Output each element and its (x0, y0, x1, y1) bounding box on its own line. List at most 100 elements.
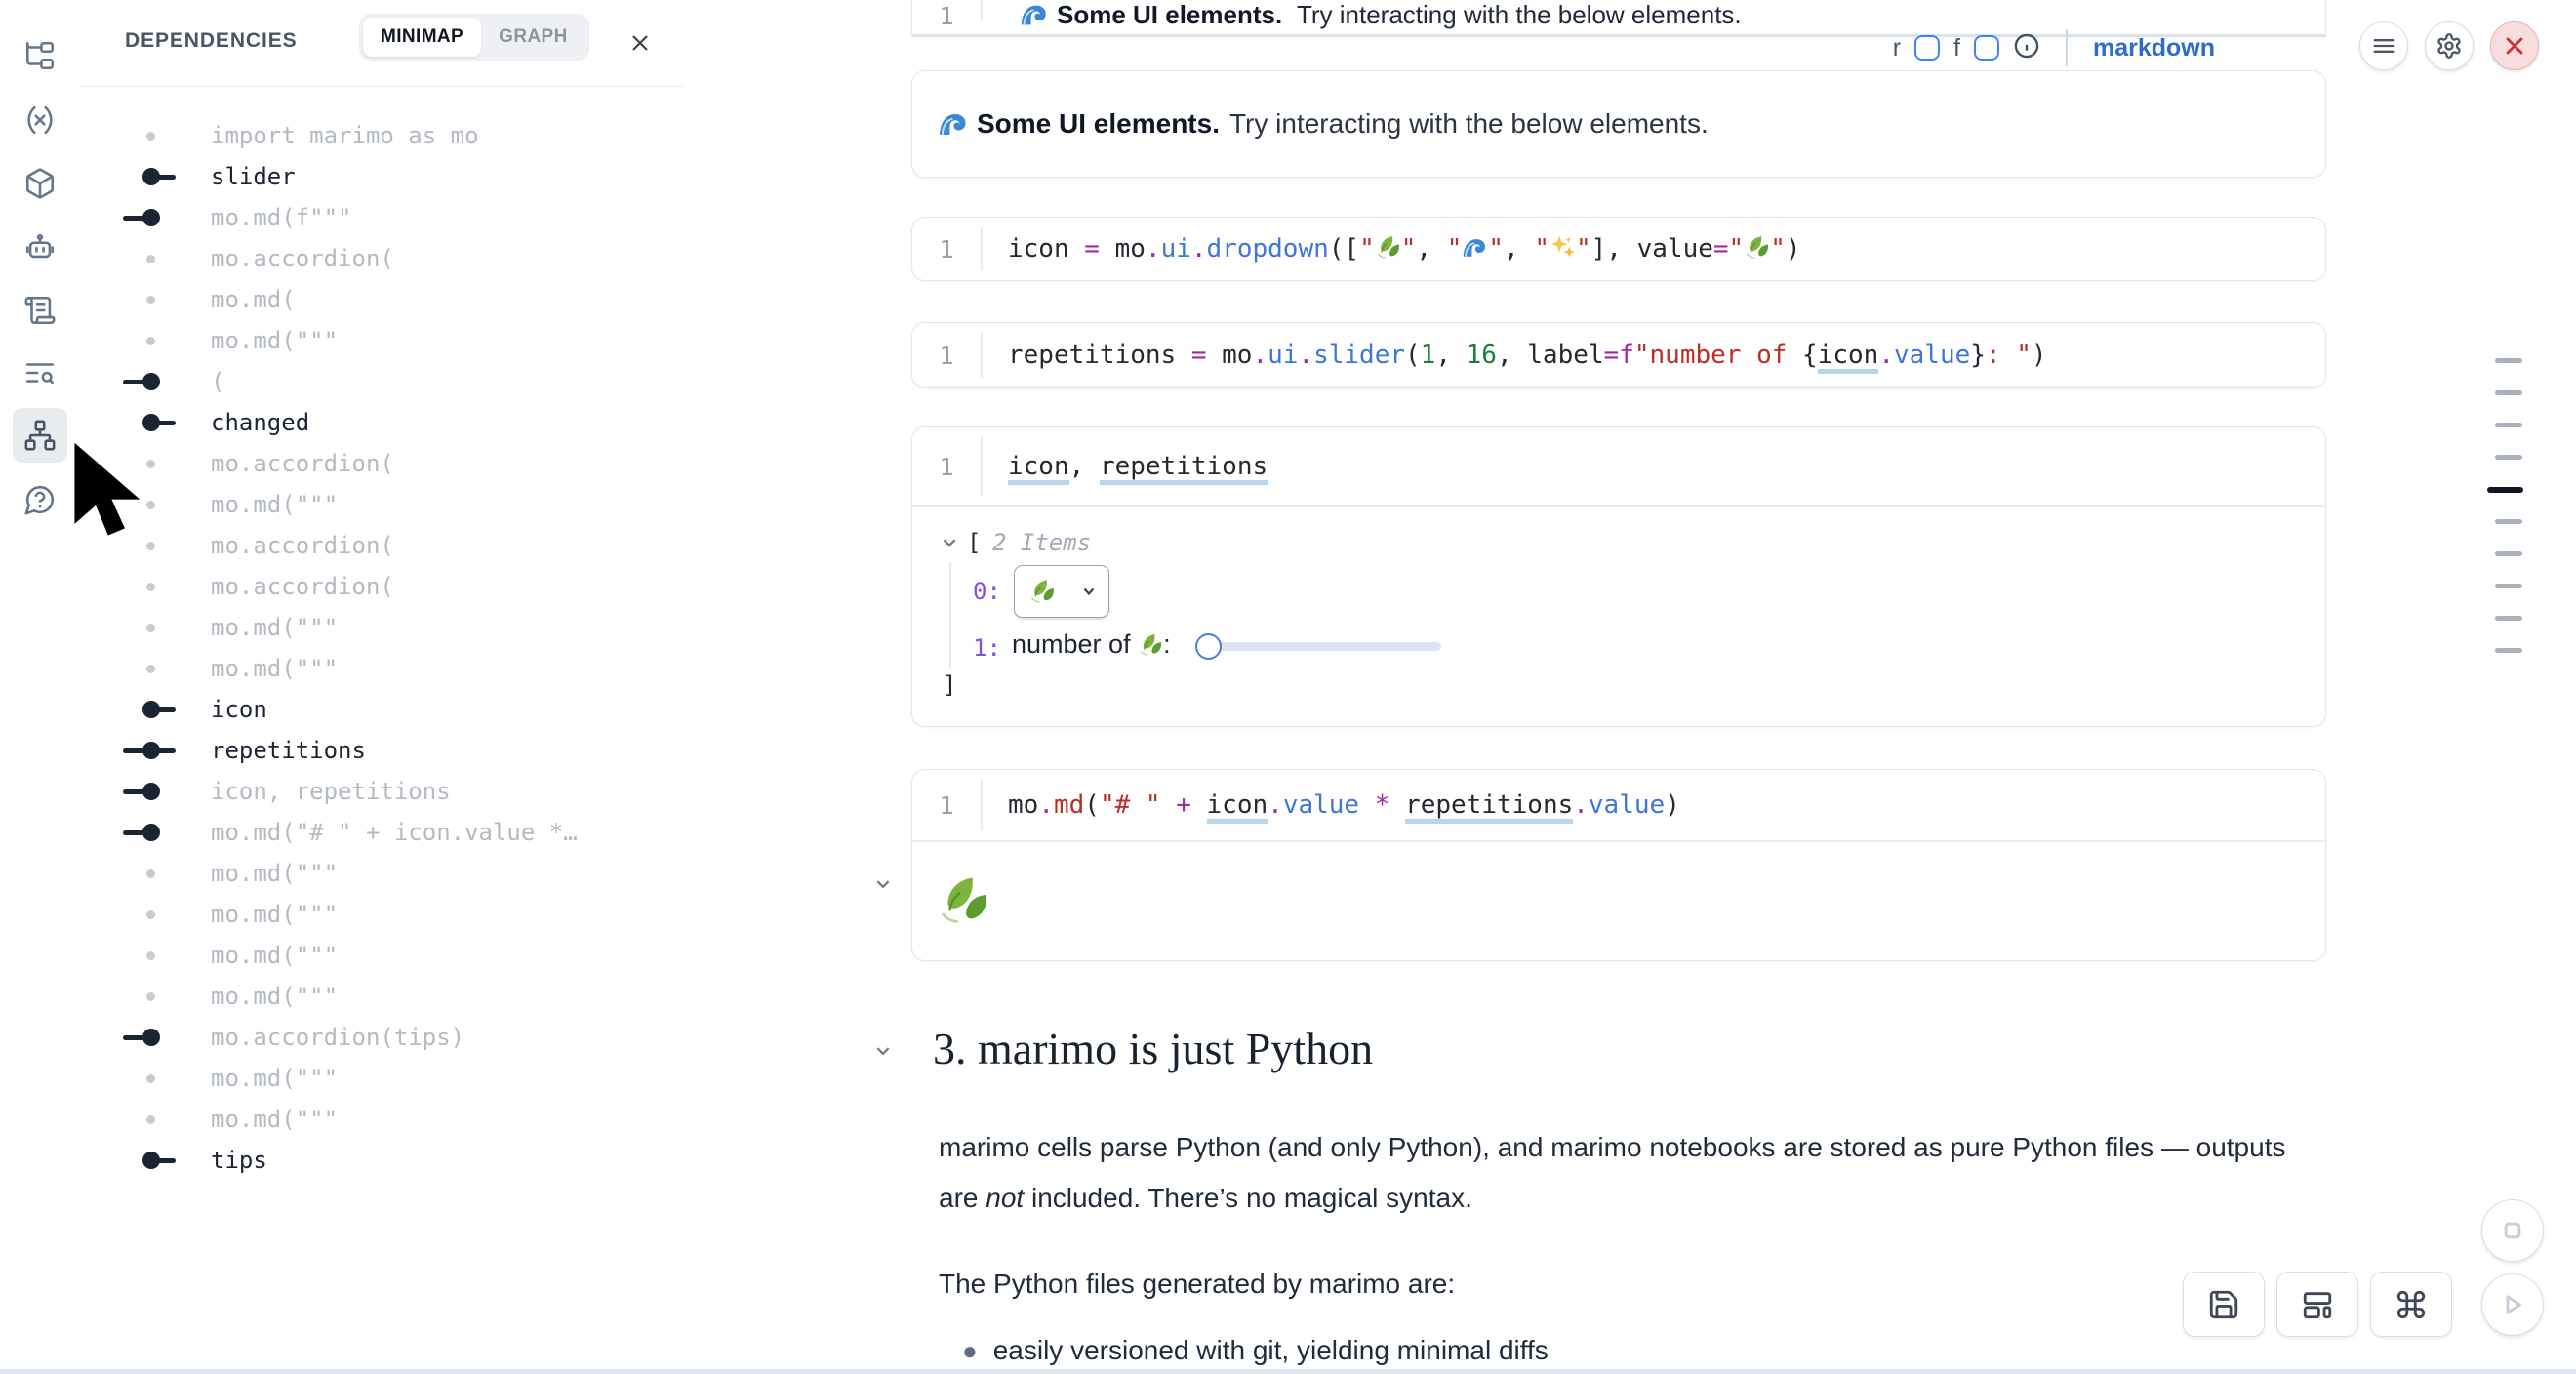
interrupt-button[interactable] (2481, 1199, 2544, 1262)
minimap-item[interactable]: icon (80, 689, 683, 730)
file-tree-icon[interactable] (13, 28, 67, 83)
code-line[interactable]: icon = mo.ui.dropdown(["", "", ""], valu… (983, 234, 1801, 263)
markdown-output-cell[interactable]: Some UI elements. Try interacting with t… (911, 70, 2326, 178)
cell-dot-icon (125, 853, 178, 894)
dependencies-icon[interactable] (13, 408, 67, 463)
minimap-item-label: mo.accordion( (211, 245, 394, 272)
minimap-item[interactable]: mo.md(""" (80, 484, 683, 525)
layout-toggle-button[interactable] (2276, 1272, 2358, 1337)
tree-close-bracket: ] (943, 671, 956, 699)
scroll-indicator-line[interactable] (2495, 616, 2522, 621)
minimap-item[interactable]: mo.md(""" (80, 1058, 683, 1099)
list-item: ● easily versioned with git, yielding mi… (962, 1335, 1549, 1366)
scroll-indicator-line[interactable] (2495, 423, 2522, 427)
minimap-item-label: mo.md(""" (211, 942, 338, 969)
help-icon[interactable] (13, 472, 67, 527)
cell-edge-icon (125, 197, 178, 238)
tree-indent-guide (949, 562, 951, 669)
heading-output (912, 842, 2325, 960)
view-segmented-control: MINIMAP GRAPH (359, 14, 589, 61)
scroll-indicator-line[interactable] (2495, 455, 2522, 460)
minimap-item[interactable]: mo.accordion( (80, 566, 683, 607)
minimap-item[interactable]: mo.md(""" (80, 1099, 683, 1140)
minimap-item[interactable]: icon, repetitions (80, 771, 683, 812)
snippets-search-icon[interactable] (13, 345, 67, 400)
minimap-item[interactable]: mo.md(""" (80, 648, 683, 689)
f-toggle-checkbox[interactable] (1974, 35, 1999, 61)
packages-icon[interactable] (13, 156, 67, 211)
save-button[interactable] (2183, 1272, 2265, 1337)
minimap-item[interactable]: mo.md( (80, 279, 683, 320)
minimap-item[interactable]: mo.md(""" (80, 935, 683, 976)
close-icon (628, 31, 652, 55)
tree-index-1: 1: (973, 634, 1001, 662)
marimo-app: DEPENDENCIES MINIMAP GRAPH import marimo… (0, 0, 2576, 1374)
code-cell-dropdown[interactable]: 1 icon = mo.ui.dropdown(["", "", ""], va… (911, 217, 2326, 281)
ai-assistant-icon[interactable] (13, 220, 67, 274)
settings-button[interactable] (2425, 21, 2474, 70)
minimap-item[interactable]: mo.accordion( (80, 238, 683, 279)
minimap-item[interactable]: mo.accordion( (80, 443, 683, 484)
info-icon[interactable] (2013, 32, 2040, 64)
cell-dot-icon (125, 607, 178, 648)
section-collapse-chevron-icon[interactable] (874, 1042, 892, 1065)
variables-icon[interactable] (13, 93, 67, 147)
tree-collapse-chevron-icon[interactable] (941, 534, 958, 555)
code-cell-md[interactable]: 1 mo.md("# " + icon.value * repetitions.… (911, 769, 2326, 961)
line-number: 1 (912, 453, 981, 481)
panel-title: DEPENDENCIES (125, 29, 298, 53)
shutdown-button[interactable] (2490, 21, 2539, 70)
language-label[interactable]: markdown (2093, 34, 2215, 62)
dependencies-panel: DEPENDENCIES MINIMAP GRAPH import marimo… (80, 0, 684, 1374)
minimap-item[interactable]: slider (80, 156, 683, 197)
panel-close-button[interactable] (623, 25, 658, 61)
minimap-item[interactable]: changed (80, 402, 683, 443)
dropdown-widget[interactable] (1014, 565, 1109, 618)
scroll-indicator-line[interactable] (2495, 358, 2522, 363)
code-line[interactable]: mo.md("# " + icon.value * repetitions.va… (983, 790, 1680, 820)
leaf-emoji (1744, 234, 1770, 263)
minimap-item[interactable]: tips (80, 1140, 683, 1181)
minimap-item[interactable]: mo.md(""" (80, 894, 683, 935)
menu-icon (2370, 32, 2397, 60)
logs-icon[interactable] (13, 283, 67, 338)
minimap-item[interactable]: repetitions (80, 730, 683, 771)
code-line[interactable]: icon, repetitions (983, 452, 1268, 481)
output-collapse-chevron-icon[interactable] (874, 875, 892, 898)
tab-graph[interactable]: GRAPH (481, 18, 585, 57)
minimap-item-label: icon (211, 696, 267, 723)
scroll-indicator-line[interactable] (2495, 551, 2522, 556)
scroll-indicator-line[interactable] (2495, 390, 2522, 395)
minimap-item[interactable]: mo.md(""" (80, 976, 683, 1017)
bullet-text: easily versioned with git, yielding mini… (993, 1335, 1549, 1366)
minimap-item[interactable]: mo.accordion(tips) (80, 1017, 683, 1058)
minimap-item[interactable]: import marimo as mo (80, 115, 683, 156)
code-cell-expression[interactable]: 1 icon, repetitions [ 2 Items 0: 1: numb… (911, 426, 2326, 727)
command-palette-button[interactable] (2370, 1272, 2452, 1337)
minimap-item[interactable]: ( (80, 361, 683, 402)
minimap-item[interactable]: mo.md(f""" (80, 197, 683, 238)
scroll-indicator-line[interactable] (2495, 648, 2522, 653)
cell-dot-icon (125, 238, 178, 279)
cell-dot-icon (125, 894, 178, 935)
minimap-item[interactable]: mo.md("# " + icon.value *… (80, 812, 683, 853)
minimap-item-label: mo.md(""" (211, 860, 338, 887)
minimap-item[interactable]: mo.md(""" (80, 607, 683, 648)
bullet-icon: ● (962, 1336, 978, 1366)
tab-minimap[interactable]: MINIMAP (363, 18, 481, 57)
cell-edge-icon (125, 689, 178, 730)
minimap-item[interactable]: mo.md(""" (80, 320, 683, 361)
code-cell-slider[interactable]: 1 repetitions = mo.ui.slider(1, 16, labe… (911, 322, 2326, 388)
scroll-indicator-line[interactable] (2487, 487, 2523, 493)
minimap-item[interactable]: mo.md(""" (80, 853, 683, 894)
minimap-item[interactable]: mo.accordion( (80, 525, 683, 566)
slider-track[interactable] (1207, 642, 1441, 651)
notebook-menu-button[interactable] (2359, 21, 2408, 70)
r-toggle-checkbox[interactable] (1914, 35, 1940, 61)
code-line[interactable]: repetitions = mo.ui.slider(1, 16, label=… (983, 341, 2047, 370)
minimap-item-label: mo.md(""" (211, 327, 338, 354)
scroll-indicator-line[interactable] (2495, 584, 2522, 588)
slider-thumb[interactable] (1195, 633, 1222, 660)
scroll-indicator-line[interactable] (2495, 519, 2522, 524)
run-button[interactable] (2481, 1273, 2544, 1336)
